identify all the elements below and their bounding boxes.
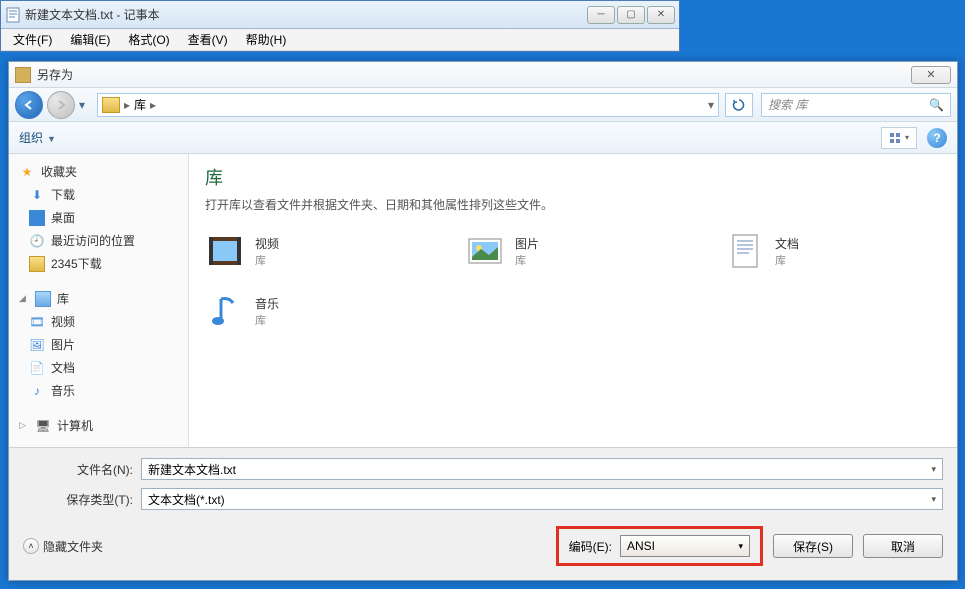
search-icon: 🔍 — [929, 98, 944, 112]
filetype-select[interactable]: 文本文档(*.txt) — [141, 488, 943, 510]
chevron-right-icon: ▸ — [150, 98, 156, 112]
dialog-close-button[interactable]: ✕ — [911, 66, 951, 84]
sidebar-item-documents[interactable]: 📄文档 — [9, 356, 188, 379]
dialog-titlebar[interactable]: 另存为 ✕ — [9, 62, 957, 88]
close-button[interactable]: ✕ — [647, 6, 675, 24]
sidebar-item-recent[interactable]: 🕘最近访问的位置 — [9, 229, 188, 252]
dialog-body: ★收藏夹 ⬇下载 桌面 🕘最近访问的位置 2345下载 ◢库 🎞视频 🖼图片 📄… — [9, 154, 957, 447]
chevron-down-icon[interactable]: ▾ — [708, 98, 714, 112]
filename-label: 文件名(N): — [23, 461, 141, 478]
breadcrumb-root[interactable]: 库 — [134, 96, 146, 113]
triangle-icon: ▷ — [19, 420, 29, 431]
sidebar-computer-header[interactable]: ▷🖥计算机 — [9, 414, 188, 437]
menu-help[interactable]: 帮助(H) — [238, 29, 295, 50]
video-icon: 🎞 — [29, 314, 45, 330]
organize-button[interactable]: 组织▼ — [19, 129, 56, 146]
library-item-music[interactable]: 音乐库 — [205, 291, 405, 331]
sidebar-libraries-header[interactable]: ◢库 — [9, 287, 188, 310]
help-button[interactable]: ? — [927, 128, 947, 148]
cancel-button[interactable]: 取消 — [863, 534, 943, 558]
menu-edit[interactable]: 编辑(E) — [62, 29, 118, 50]
content-description: 打开库以查看文件并根据文件夹、日期和其他属性排列这些文件。 — [205, 196, 941, 213]
folder-icon — [29, 256, 45, 272]
picture-library-icon — [465, 231, 505, 271]
folder-icon — [15, 67, 31, 83]
maximize-button[interactable]: ▢ — [617, 6, 645, 24]
minimize-button[interactable]: ─ — [587, 6, 615, 24]
recent-icon: 🕘 — [29, 233, 45, 249]
star-icon: ★ — [19, 164, 35, 180]
hide-folders-button[interactable]: ˄ 隐藏文件夹 — [23, 538, 103, 555]
sidebar-favorites-header[interactable]: ★收藏夹 — [9, 160, 188, 183]
notepad-icon — [5, 7, 21, 23]
breadcrumb[interactable]: ▸ 库 ▸ ▾ — [97, 93, 719, 117]
chevron-right-icon: ▸ — [124, 98, 130, 112]
back-button[interactable] — [15, 91, 43, 119]
sidebar-item-videos[interactable]: 🎞视频 — [9, 310, 188, 333]
notepad-window: 新建文本文档.txt - 记事本 ─ ▢ ✕ 文件(F) 编辑(E) 格式(O)… — [0, 0, 680, 52]
chevron-down-icon: ▼ — [47, 134, 56, 144]
computer-icon: 🖥 — [35, 418, 51, 434]
save-button[interactable]: 保存(S) — [773, 534, 853, 558]
dialog-title-text: 另存为 — [37, 66, 911, 83]
sidebar-item-pictures[interactable]: 🖼图片 — [9, 333, 188, 356]
library-item-documents[interactable]: 文档库 — [725, 231, 925, 271]
sidebar: ★收藏夹 ⬇下载 桌面 🕘最近访问的位置 2345下载 ◢库 🎞视频 🖼图片 📄… — [9, 154, 189, 447]
triangle-icon: ◢ — [19, 293, 29, 304]
encoding-label: 编码(E): — [569, 538, 612, 555]
document-icon: 📄 — [29, 360, 45, 376]
chevron-up-icon: ˄ — [23, 538, 39, 554]
sidebar-item-2345[interactable]: 2345下载 — [9, 252, 188, 275]
search-input[interactable]: 搜索 库 🔍 — [761, 93, 951, 117]
save-as-dialog: 另存为 ✕ ▾ ▸ 库 ▸ ▾ 搜索 库 🔍 组织▼ ? — [8, 61, 958, 581]
download-icon: ⬇ — [29, 187, 45, 203]
video-library-icon — [205, 231, 245, 271]
dialog-bottom-panel: 文件名(N): 新建文本文档.txt 保存类型(T): 文本文档(*.txt) … — [9, 447, 957, 580]
view-icon — [889, 132, 903, 144]
notepad-menubar: 文件(F) 编辑(E) 格式(O) 查看(V) 帮助(H) — [1, 29, 679, 51]
filetype-label: 保存类型(T): — [23, 491, 141, 508]
document-library-icon — [725, 231, 765, 271]
filename-input[interactable]: 新建文本文档.txt — [141, 458, 943, 480]
sidebar-item-downloads[interactable]: ⬇下载 — [9, 183, 188, 206]
sidebar-item-music[interactable]: ♪音乐 — [9, 379, 188, 402]
window-controls: ─ ▢ ✕ — [587, 6, 675, 24]
search-placeholder: 搜索 库 — [768, 96, 807, 113]
menu-format[interactable]: 格式(O) — [120, 29, 177, 50]
menu-file[interactable]: 文件(F) — [5, 29, 60, 50]
sidebar-item-desktop[interactable]: 桌面 — [9, 206, 188, 229]
nav-history-dropdown[interactable]: ▾ — [79, 98, 93, 112]
notepad-titlebar[interactable]: 新建文本文档.txt - 记事本 ─ ▢ ✕ — [1, 1, 679, 29]
library-item-pictures[interactable]: 图片库 — [465, 231, 665, 271]
forward-button[interactable] — [47, 91, 75, 119]
music-icon: ♪ — [29, 383, 45, 399]
library-item-videos[interactable]: 视频库 — [205, 231, 405, 271]
libraries-icon — [102, 97, 120, 113]
view-mode-button[interactable] — [881, 127, 917, 149]
desktop-icon — [29, 210, 45, 226]
dialog-navbar: ▾ ▸ 库 ▸ ▾ 搜索 库 🔍 — [9, 88, 957, 122]
encoding-highlight-box: 编码(E): ANSI — [556, 526, 763, 566]
encoding-select[interactable]: ANSI — [620, 535, 750, 557]
picture-icon: 🖼 — [29, 337, 45, 353]
libraries-icon — [35, 291, 51, 307]
music-library-icon — [205, 291, 245, 331]
dialog-toolbar: 组织▼ ? — [9, 122, 957, 154]
library-grid: 视频库 图片库 文档库 音乐库 — [205, 231, 941, 331]
notepad-title-text: 新建文本文档.txt - 记事本 — [25, 6, 587, 23]
menu-view[interactable]: 查看(V) — [180, 29, 236, 50]
content-heading: 库 — [205, 164, 941, 190]
refresh-button[interactable] — [725, 93, 753, 117]
content-pane: 库 打开库以查看文件并根据文件夹、日期和其他属性排列这些文件。 视频库 图片库 … — [189, 154, 957, 447]
